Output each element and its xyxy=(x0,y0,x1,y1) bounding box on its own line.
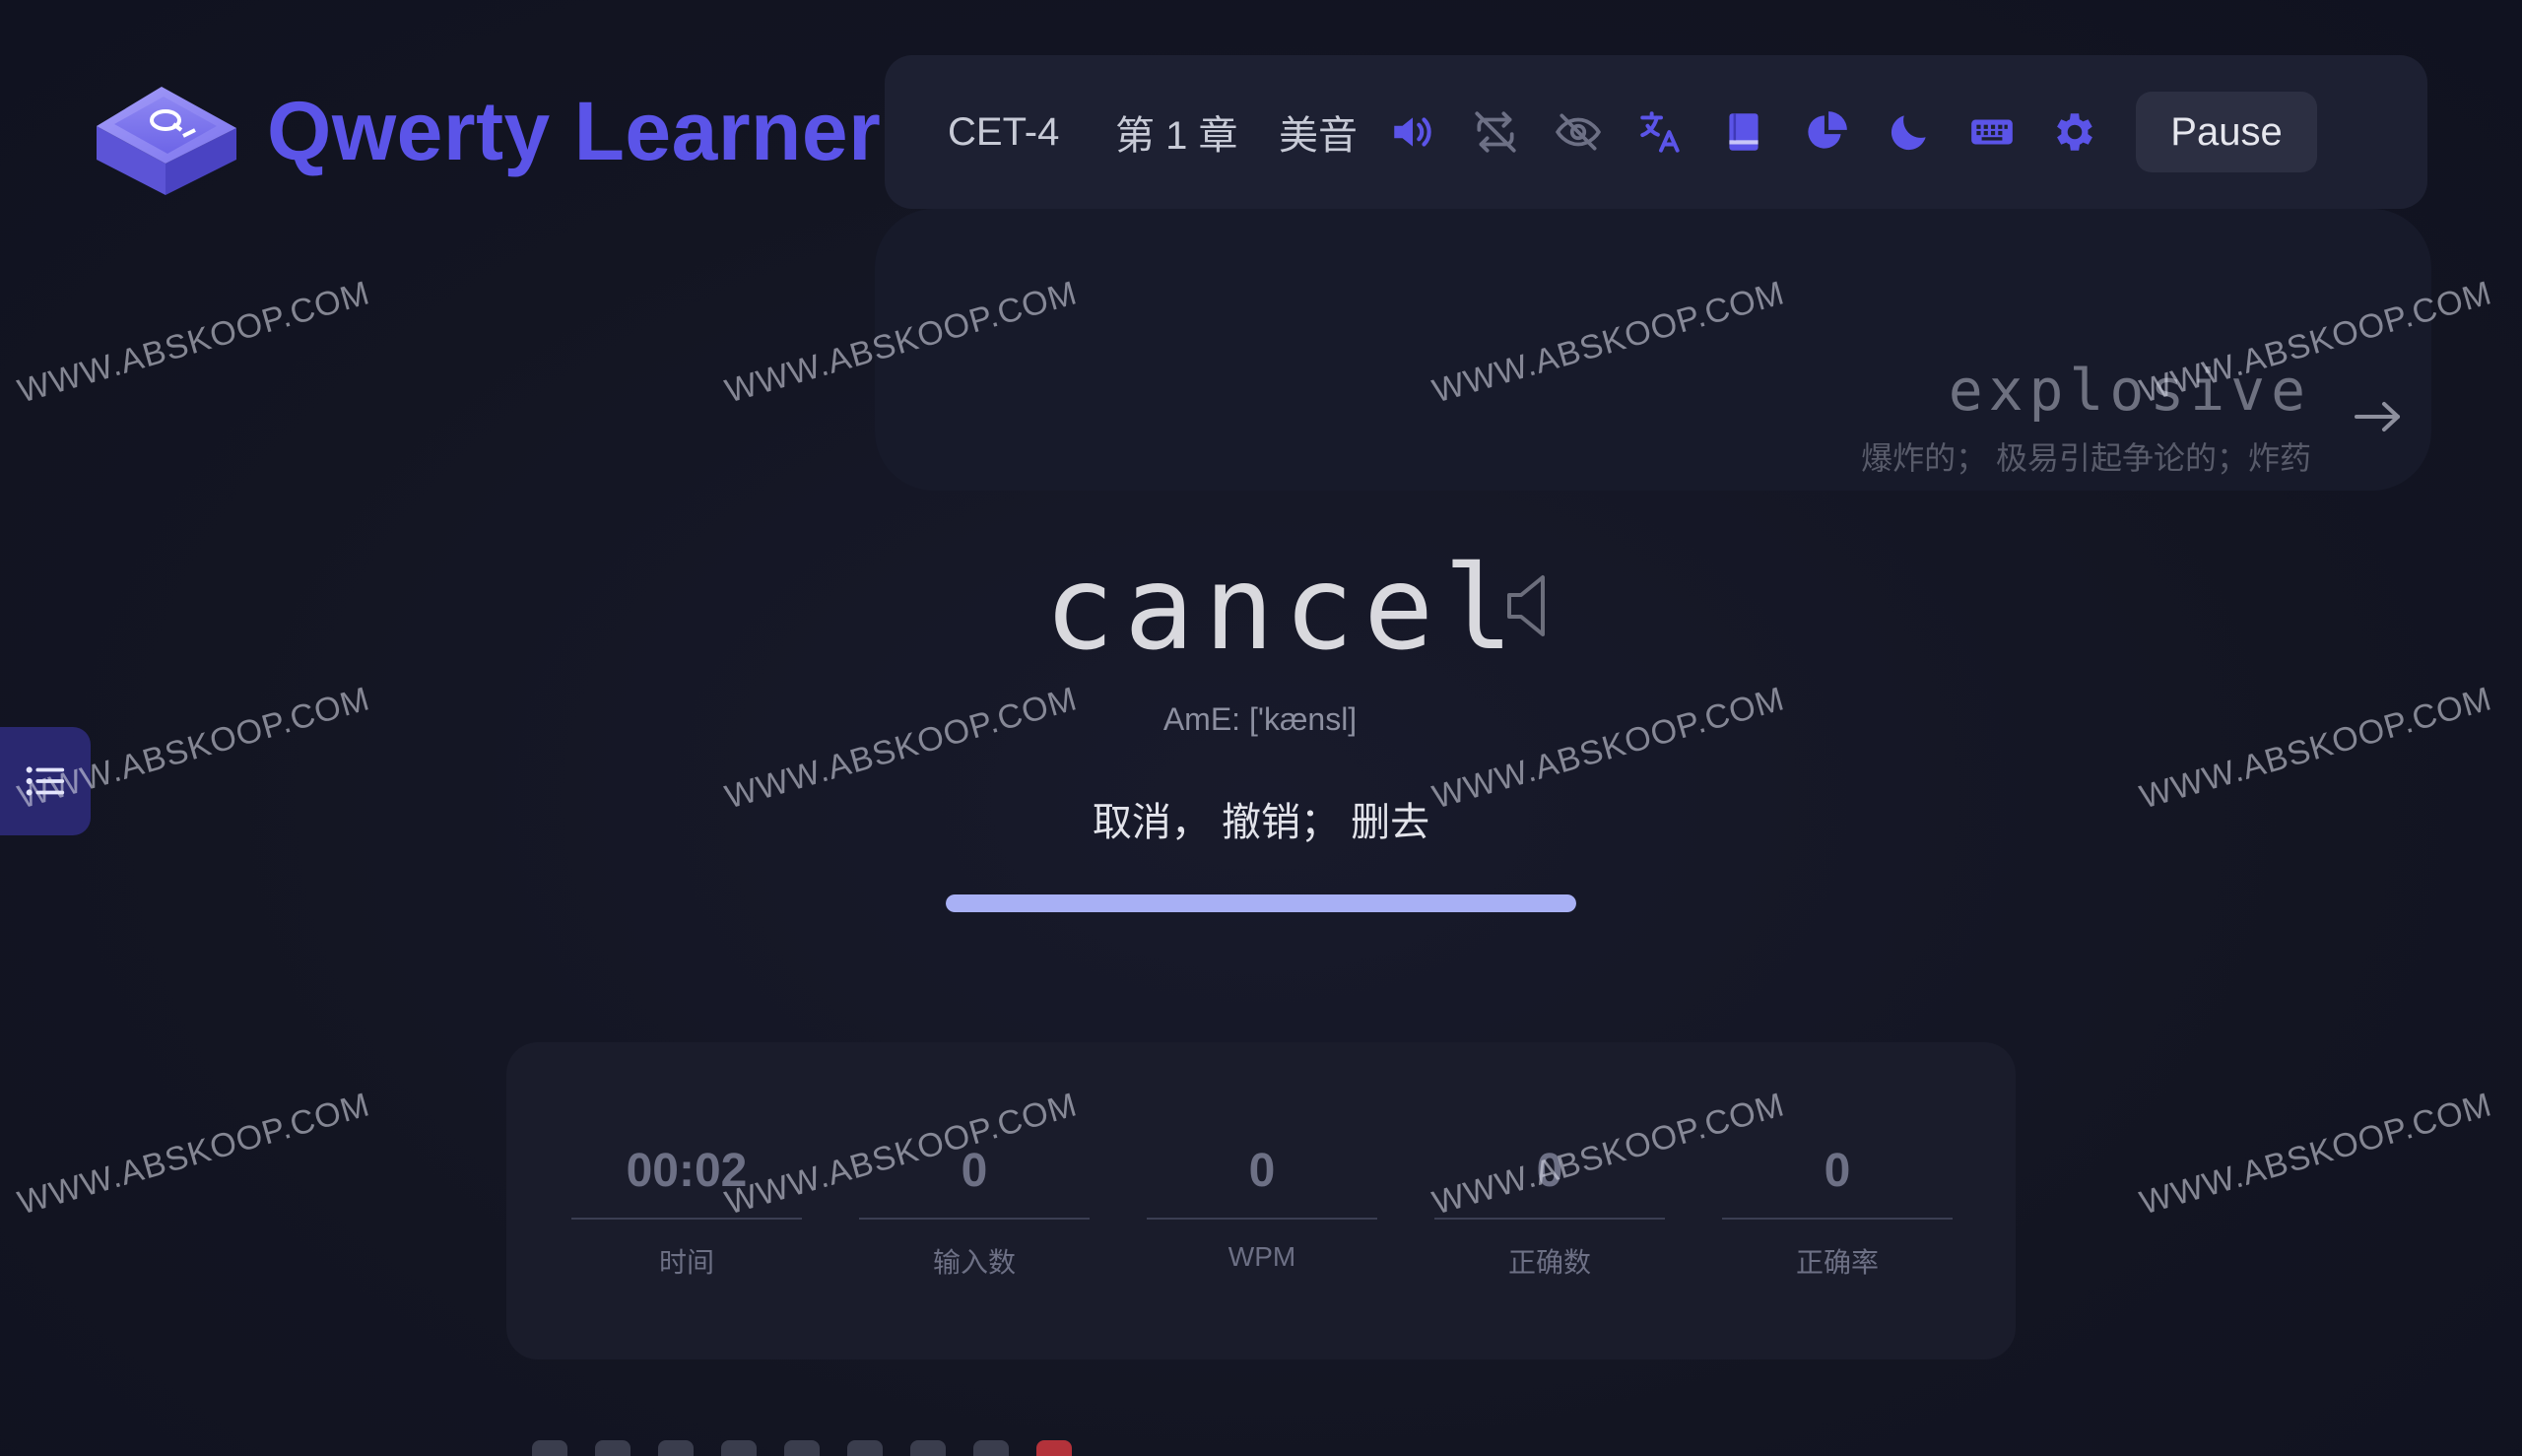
dock-item xyxy=(847,1440,883,1456)
translate-icon[interactable] xyxy=(1633,104,1689,160)
dictionary-selector[interactable]: CET-4 xyxy=(948,110,1066,155)
stat-divider xyxy=(571,1218,802,1220)
stat-divider xyxy=(1722,1218,1953,1220)
app-logo[interactable]: Qwerty Learner xyxy=(89,65,881,198)
dock-item xyxy=(973,1440,1009,1456)
stat-label: 输入数 xyxy=(932,1247,1016,1278)
dock-item xyxy=(658,1440,694,1456)
dock-item xyxy=(595,1440,630,1456)
dock-item xyxy=(532,1440,567,1456)
stat-divider xyxy=(1434,1218,1665,1220)
app-title: Qwerty Learner xyxy=(267,85,882,177)
pie-chart-icon[interactable] xyxy=(1799,104,1854,160)
stat-label: 正确率 xyxy=(1795,1247,1879,1278)
accent-selector[interactable]: 美音 xyxy=(1279,103,1358,161)
eye-off-icon[interactable] xyxy=(1551,104,1606,160)
stat-wpm: 0 WPM xyxy=(1147,1137,1377,1273)
gear-icon[interactable] xyxy=(2047,104,2102,160)
keycap-logo-icon xyxy=(97,87,236,195)
chapter-progress-bar xyxy=(946,894,1576,912)
stat-value: 0 xyxy=(1536,1145,1563,1197)
stat-label: WPM xyxy=(1228,1241,1296,1272)
stat-value: 0 xyxy=(1824,1145,1851,1197)
word-meaning: 取消， 撤销； 删去 xyxy=(1092,801,1430,844)
stat-value: 00:02 xyxy=(626,1145,748,1197)
phonetic: AmE: ['kænsl] xyxy=(0,701,2522,738)
current-word: cancel xyxy=(1044,540,1524,676)
word-list-toggle-button[interactable] xyxy=(0,727,91,835)
stat-time: 00:02 时间 xyxy=(571,1137,802,1281)
pause-button[interactable]: Pause xyxy=(2136,92,2317,172)
phonetic-text: AmE: ['kænsl] xyxy=(1162,701,1358,737)
book-icon[interactable] xyxy=(1716,104,1771,160)
progress-fill xyxy=(946,894,1576,912)
stat-label: 时间 xyxy=(658,1247,714,1278)
stat-divider xyxy=(1147,1218,1377,1220)
dock-item xyxy=(721,1440,757,1456)
next-word[interactable]: explosive xyxy=(1949,357,2311,424)
arrow-right-icon[interactable] xyxy=(2353,392,2404,441)
word-speaker-icon[interactable] xyxy=(1505,573,1551,638)
next-word-translation: 爆炸的； 极易引起争论的；炸药 xyxy=(1861,440,2311,476)
keyboard-icon[interactable] xyxy=(1964,104,2020,160)
dock-item xyxy=(784,1440,820,1456)
moon-icon[interactable] xyxy=(1882,104,1937,160)
dock-item xyxy=(1036,1440,1072,1456)
stat-input-count: 0 输入数 xyxy=(859,1137,1090,1281)
dock-item xyxy=(910,1440,946,1456)
stat-correct-count: 0 正确数 xyxy=(1434,1137,1665,1281)
list-icon xyxy=(26,766,65,796)
stat-value: 0 xyxy=(961,1145,988,1197)
toolbar: CET-4 第 1 章 美音 Pause xyxy=(885,55,2427,209)
stat-divider xyxy=(859,1218,1090,1220)
stat-label: 正确数 xyxy=(1507,1247,1591,1278)
repeat-off-icon[interactable] xyxy=(1468,104,1523,160)
dock-fragment xyxy=(532,1440,1072,1456)
stat-accuracy: 0 正确率 xyxy=(1722,1137,1953,1281)
speaker-icon[interactable] xyxy=(1385,104,1440,160)
stat-value: 0 xyxy=(1248,1145,1276,1197)
chapter-selector[interactable]: 第 1 章 xyxy=(1115,103,1243,161)
stats-panel: 00:02 时间 0 输入数 0 WPM 0 正确数 0 正确率 xyxy=(506,1042,2016,1359)
